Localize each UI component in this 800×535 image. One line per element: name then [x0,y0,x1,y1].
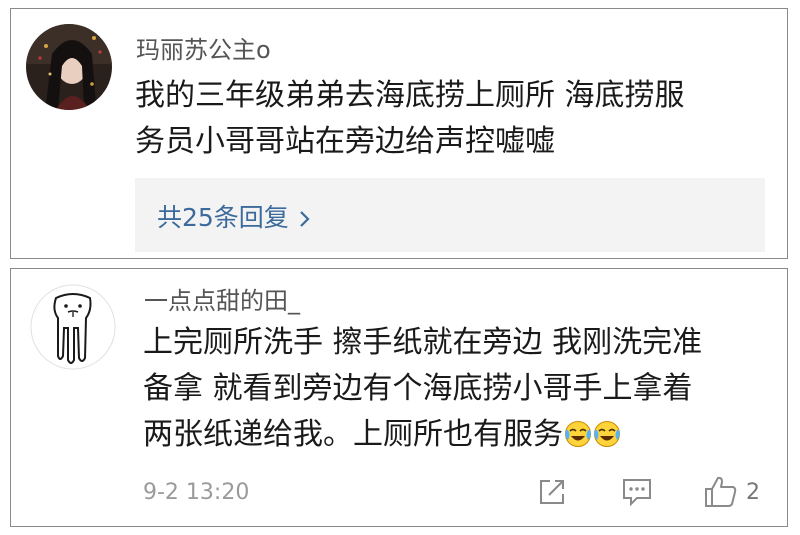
comment-text-line: 两张纸递给我。上厕所也有服务 [143,417,563,452]
comment-text: 上完厕所洗手 擦手纸就在旁边 我刚洗完准 备拿 就看到旁边有个海底捞小哥手上拿着… [143,320,763,458]
like-count: 2 [746,480,760,505]
user-avatar[interactable] [30,284,116,370]
avatar-photo-icon [26,24,112,110]
replies-count-label: 共25条回复 [157,203,289,232]
comment-text-line: 备拿 就看到旁边有个海底捞小哥手上拿着 [143,371,693,406]
crying-laughing-emoji-icon [593,416,621,447]
comment-text-line: 务员小哥哥站在旁边给声控嘘嘘 [135,124,555,159]
share-icon[interactable] [537,477,567,511]
user-avatar[interactable] [26,24,112,110]
comment-username[interactable]: 玛丽苏公主o [136,30,271,65]
comment-card: 一点点甜的田_ 上完厕所洗手 擦手纸就在旁边 我刚洗完准 备拿 就看到旁边有个海… [10,268,788,527]
thumbs-up-icon[interactable] [703,475,739,513]
comment-username[interactable]: 一点点甜的田_ [144,281,300,316]
comment-text-line: 我的三年级弟弟去海底捞上厕所 海底捞服 [135,78,685,113]
replies-panel[interactable]: 共25条回复 [135,178,765,252]
comment-card: 玛丽苏公主o 我的三年级弟弟去海底捞上厕所 海底捞服 务员小哥哥站在旁边给声控嘘… [10,8,788,259]
comment-icon[interactable] [621,477,653,511]
comment-timestamp: 9-2 13:20 [143,480,250,505]
comment-text-line: 上完厕所洗手 擦手纸就在旁边 我刚洗完准 [143,325,703,360]
chevron-right-icon [299,205,311,234]
view-replies-link[interactable]: 共25条回复 [157,198,311,234]
comment-meta-row: 9-2 13:20 2 [143,472,773,512]
crying-laughing-emoji-icon [564,416,592,447]
cartoon-avatar-icon [30,284,116,370]
comment-text: 我的三年级弟弟去海底捞上厕所 海底捞服 务员小哥哥站在旁边给声控嘘嘘 [135,73,775,165]
